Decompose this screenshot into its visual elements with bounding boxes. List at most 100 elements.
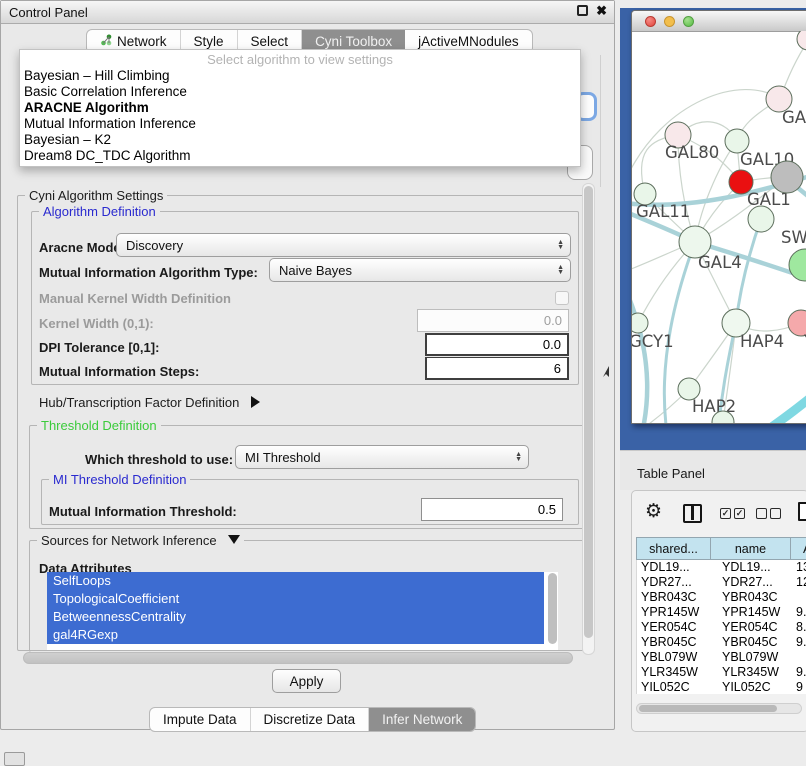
algorithm-option[interactable]: ARACNE Algorithm bbox=[20, 100, 580, 116]
horizontal-scrollbar[interactable] bbox=[23, 652, 573, 664]
aracne-mode-select[interactable]: Discovery ▲▼ bbox=[116, 233, 571, 257]
network-edge bbox=[632, 286, 647, 424]
data-attributes-list[interactable]: SelfLoopsTopologicalCoefficientBetweenne… bbox=[47, 572, 558, 650]
deselect-all-icon[interactable] bbox=[756, 508, 781, 519]
column-header[interactable]: name bbox=[711, 537, 791, 560]
algorithm-definition-title: Algorithm Definition bbox=[39, 204, 160, 219]
bottom-tab-discretize-data[interactable]: Discretize Data bbox=[251, 708, 370, 731]
table-row[interactable]: YBR045CYBR045C9. bbox=[637, 635, 806, 650]
node-table: shared...nameA YDL19...YDL19...13YDR27..… bbox=[636, 537, 806, 694]
aracne-mode-value: Discovery bbox=[126, 238, 183, 253]
network-node-label: HAP4 bbox=[740, 332, 784, 351]
which-threshold-label: Which threshold to use: bbox=[85, 452, 233, 467]
close-icon[interactable]: ✖ bbox=[596, 3, 607, 19]
algorithm-option[interactable]: Mutual Information Inference bbox=[20, 116, 580, 132]
bottom-tab-impute-data[interactable]: Impute Data bbox=[150, 708, 251, 731]
table-row[interactable]: YBR043CYBR043C bbox=[637, 590, 806, 605]
network-node-label: GAL80 bbox=[665, 143, 719, 162]
aracne-mode-label: Aracne Mode: bbox=[39, 240, 125, 255]
network-view-window[interactable]: GALGAL80GAL10GAL1GAL11SWI4GAL4GCY1HAP4YH… bbox=[631, 10, 806, 424]
mi-type-label: Mutual Information Algorithm Type: bbox=[39, 265, 258, 280]
data-attribute-item[interactable]: BetweennessCentrality bbox=[47, 608, 544, 626]
network-node-label: GCY1 bbox=[632, 332, 674, 351]
mi-steps-field[interactable] bbox=[425, 357, 569, 380]
manual-kernel-label: Manual Kernel Width Definition bbox=[39, 291, 231, 306]
which-threshold-select[interactable]: MI Threshold ▲▼ bbox=[235, 445, 529, 469]
dpi-tolerance-field[interactable] bbox=[425, 333, 569, 356]
algorithm-option[interactable]: Bayesian – K2 bbox=[20, 132, 580, 148]
mi-threshold-group-title: MI Threshold Definition bbox=[49, 472, 190, 487]
hub-definition-toggle[interactable]: Hub/Transcription Factor Definition bbox=[39, 395, 260, 410]
control-panel-window: Control Panel ✖ NetworkStyleSelectCyni T… bbox=[0, 0, 615, 730]
table-row[interactable]: YBL079WYBL079W bbox=[637, 650, 806, 665]
data-attribute-item[interactable]: TopologicalCoefficient bbox=[47, 590, 544, 608]
table-cell: 9. bbox=[792, 605, 806, 620]
table-cell: 8. bbox=[792, 620, 806, 635]
data-attribute-item[interactable]: gal4RGexp bbox=[47, 626, 544, 644]
vertical-scrollbar[interactable] bbox=[582, 183, 595, 655]
dpi-tolerance-label: DPI Tolerance [0,1]: bbox=[39, 340, 159, 355]
algorithm-popup-list: Bayesian – Hill ClimbingBasic Correlatio… bbox=[20, 68, 580, 164]
mouse-cursor bbox=[601, 366, 610, 378]
table-row[interactable]: YPR145WYPR145W9. bbox=[637, 605, 806, 620]
which-threshold-value: MI Threshold bbox=[245, 450, 321, 465]
table-cell: YDR27... bbox=[637, 575, 712, 590]
network-node bbox=[789, 249, 806, 281]
partial-bottom-left-button[interactable] bbox=[4, 752, 25, 766]
groupbox-edge-fragment bbox=[600, 55, 601, 187]
table-cell: 12 bbox=[792, 575, 806, 590]
network-window-titlebar[interactable] bbox=[632, 11, 806, 32]
algorithm-option[interactable]: Bayesian – Hill Climbing bbox=[20, 68, 580, 84]
kernel-width-field[interactable] bbox=[417, 309, 569, 332]
network-desktop: GALGAL80GAL10GAL1GAL11SWI4GAL4GCY1HAP4YH… bbox=[620, 8, 806, 450]
gear-icon[interactable]: ⚙ bbox=[645, 500, 662, 522]
close-traffic-light-icon[interactable] bbox=[645, 16, 656, 27]
table-row[interactable]: YDL19...YDL19...13 bbox=[637, 560, 806, 575]
table-header-row: shared...nameA bbox=[636, 537, 806, 560]
table-row[interactable]: YDR27...YDR27...12 bbox=[637, 575, 806, 590]
float-window-icon[interactable] bbox=[577, 5, 588, 16]
table-cell: YDL19... bbox=[712, 560, 792, 575]
columns-icon[interactable] bbox=[683, 504, 702, 523]
algorithm-option[interactable]: Basic Correlation Inference bbox=[20, 84, 580, 100]
table-cell bbox=[792, 650, 806, 665]
network-node bbox=[797, 31, 806, 50]
manual-kernel-checkbox[interactable] bbox=[555, 291, 569, 305]
sources-group-title[interactable]: Sources for Network Inference bbox=[37, 533, 244, 548]
document-icon[interactable] bbox=[798, 502, 806, 521]
bottom-tab-infer-network[interactable]: Infer Network bbox=[369, 708, 475, 731]
table-cell: YBR045C bbox=[637, 635, 712, 650]
list-scrollbar[interactable] bbox=[548, 573, 557, 644]
table-cell: YIL052C bbox=[712, 680, 792, 694]
table-row[interactable]: YER054CYER054C8. bbox=[637, 620, 806, 635]
network-graph[interactable]: GALGAL80GAL10GAL1GAL11SWI4GAL4GCY1HAP4YH… bbox=[632, 31, 806, 424]
select-all-icon[interactable]: ✓✓ bbox=[720, 508, 745, 519]
expand-down-icon bbox=[228, 535, 240, 544]
network-node-label: GAL4 bbox=[698, 253, 742, 272]
table-horizontal-scrollbar[interactable] bbox=[636, 703, 802, 714]
network-node-label: GAL11 bbox=[636, 202, 690, 221]
minimize-traffic-light-icon[interactable] bbox=[664, 16, 675, 27]
mi-type-value: Naive Bayes bbox=[279, 263, 352, 278]
sources-group-label: Sources for Network Inference bbox=[41, 533, 217, 548]
table-cell bbox=[792, 590, 806, 605]
table-panel-title: Table Panel bbox=[637, 466, 705, 481]
network-node-gcy1 bbox=[632, 313, 648, 333]
table-row[interactable]: YIL052CYIL052C9 bbox=[637, 680, 806, 694]
mi-threshold-label: Mutual Information Threshold: bbox=[49, 504, 237, 519]
table-cell: YBR043C bbox=[712, 590, 792, 605]
apply-button[interactable]: Apply bbox=[272, 669, 341, 693]
column-header[interactable]: shared... bbox=[636, 537, 711, 560]
mi-type-select[interactable]: Naive Bayes ▲▼ bbox=[269, 258, 571, 282]
table-cell: YLR345W bbox=[637, 665, 712, 680]
data-attribute-item[interactable]: SelfLoops bbox=[47, 572, 544, 590]
scrollbar-thumb[interactable] bbox=[639, 705, 777, 712]
hub-definition-label: Hub/Transcription Factor Definition bbox=[39, 395, 239, 410]
scrollbar-thumb[interactable] bbox=[584, 186, 593, 638]
column-header[interactable]: A bbox=[791, 537, 806, 560]
zoom-traffic-light-icon[interactable] bbox=[683, 16, 694, 27]
mi-threshold-field[interactable] bbox=[421, 498, 563, 521]
table-cell: 9. bbox=[792, 635, 806, 650]
algorithm-option[interactable]: Dream8 DC_TDC Algorithm bbox=[20, 148, 580, 164]
table-row[interactable]: YLR345WYLR345W9. bbox=[637, 665, 806, 680]
